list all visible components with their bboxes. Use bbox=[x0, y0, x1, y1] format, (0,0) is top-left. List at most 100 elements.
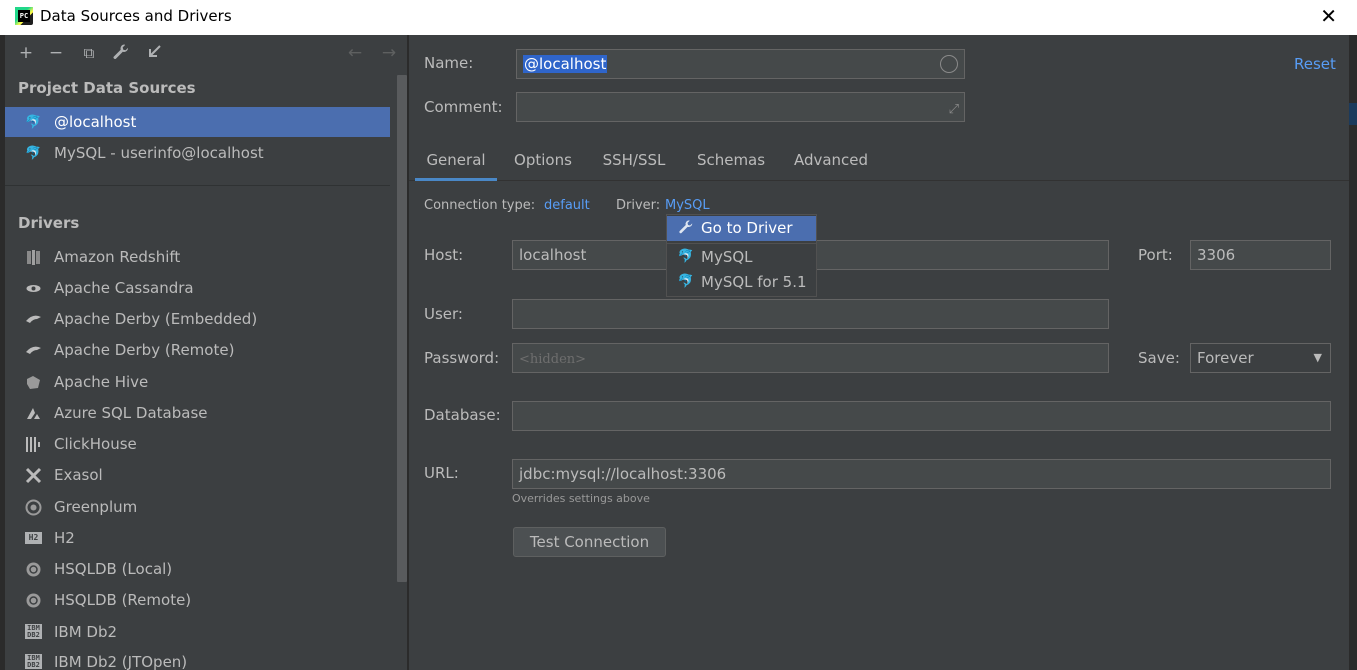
pycharm-app-icon: PC bbox=[15, 7, 33, 25]
test-connection-button[interactable]: Test Connection bbox=[513, 527, 666, 557]
driver-label: Apache Hive bbox=[54, 373, 149, 391]
derby-icon bbox=[25, 342, 42, 359]
section-divider bbox=[5, 185, 390, 186]
tab-bar: General Options SSH/SSL Schemas Advanced bbox=[409, 143, 1349, 181]
hive-icon bbox=[25, 374, 42, 391]
h2-icon: H2 bbox=[25, 532, 42, 544]
left-panel: + − ⧉ ← → Project Data Sources 🐬 @localh… bbox=[5, 35, 408, 670]
left-scrollbar[interactable] bbox=[397, 75, 407, 582]
comment-label: Comment: bbox=[424, 98, 503, 116]
driver-item-apache-hive[interactable]: Apache Hive bbox=[5, 367, 390, 397]
save-value: Forever bbox=[1197, 349, 1254, 367]
driver-label: IBM Db2 bbox=[54, 623, 118, 641]
driver-item-ibm-db2[interactable]: IBM DB2 IBM Db2 bbox=[5, 617, 390, 647]
mysql-icon: 🐬 bbox=[677, 274, 695, 289]
driver-item-apache-cassandra[interactable]: Apache Cassandra bbox=[5, 273, 390, 303]
redshift-icon bbox=[25, 249, 42, 266]
tab-advanced[interactable]: Advanced bbox=[791, 143, 871, 181]
db2-icon: IBM DB2 bbox=[25, 624, 42, 639]
expand-icon[interactable]: ⤢ bbox=[949, 96, 959, 124]
port-label: Port: bbox=[1138, 246, 1173, 264]
name-input[interactable]: @localhost bbox=[516, 49, 965, 79]
popup-separator bbox=[667, 243, 816, 244]
password-placeholder: <hidden> bbox=[519, 352, 587, 367]
mysql-icon: 🐬 bbox=[25, 115, 42, 130]
add-icon[interactable]: + bbox=[16, 43, 36, 63]
connection-type-link[interactable]: default bbox=[544, 198, 590, 213]
driver-item-greenplum[interactable]: Greenplum bbox=[5, 492, 390, 522]
save-select[interactable]: Forever ▼ bbox=[1190, 343, 1331, 373]
chevron-down-icon: ▼ bbox=[1313, 351, 1322, 364]
driver-label: Amazon Redshift bbox=[54, 248, 181, 266]
port-input[interactable]: 3306 bbox=[1190, 240, 1331, 270]
driver-label: Apache Cassandra bbox=[54, 279, 194, 297]
left-toolbar: + − ⧉ ← → bbox=[5, 35, 407, 71]
comment-input[interactable]: ⤢ bbox=[516, 92, 965, 122]
reset-link[interactable]: Reset bbox=[1294, 55, 1336, 73]
popup-item-mysql[interactable]: 🐬 MySQL bbox=[667, 245, 816, 270]
driver-popup-menu: Go to Driver 🐬 MySQL 🐬 MySQL for 5.1 bbox=[666, 214, 817, 297]
popup-item-label: MySQL bbox=[701, 248, 753, 266]
driver-item-hsqldb-remote[interactable]: HSQLDB (Remote) bbox=[5, 585, 390, 615]
driver-item-azure-sql-database[interactable]: Azure SQL Database bbox=[5, 398, 390, 428]
user-label: User: bbox=[424, 305, 463, 323]
forward-arrow-icon[interactable]: → bbox=[379, 43, 399, 63]
driver-label: Exasol bbox=[54, 466, 103, 484]
mysql-icon: 🐬 bbox=[25, 146, 42, 161]
driver-item-ibm-db2-jtopen[interactable]: IBM DB2 IBM Db2 (JTOpen) bbox=[5, 647, 390, 670]
right-panel: Name: @localhost Reset Comment: ⤢ Genera… bbox=[409, 35, 1349, 670]
window-edge bbox=[1349, 35, 1357, 670]
user-input[interactable] bbox=[512, 299, 1109, 329]
datasource-item-userinfo[interactable]: 🐬 MySQL - userinfo@localhost bbox=[5, 138, 390, 168]
wrench-icon[interactable] bbox=[111, 43, 131, 63]
edge-marker bbox=[1349, 103, 1357, 125]
name-value-selected: @localhost bbox=[523, 55, 608, 73]
driver-label: Azure SQL Database bbox=[54, 404, 208, 422]
driver-label: HSQLDB (Local) bbox=[54, 560, 173, 578]
popup-item-go-to-driver[interactable]: Go to Driver bbox=[667, 216, 816, 241]
driver-item-amazon-redshift[interactable]: Amazon Redshift bbox=[5, 242, 390, 272]
driver-link[interactable]: MySQL bbox=[665, 198, 710, 213]
app-badge: PC bbox=[18, 10, 30, 22]
save-label: Save: bbox=[1138, 349, 1180, 367]
url-input[interactable]: jdbc:mysql://localhost:3306 bbox=[512, 459, 1331, 489]
remove-icon[interactable]: − bbox=[46, 43, 66, 63]
host-label: Host: bbox=[424, 246, 464, 264]
name-label: Name: bbox=[424, 54, 474, 72]
clickhouse-icon bbox=[25, 436, 42, 453]
driver-item-hsqldb-local[interactable]: HSQLDB (Local) bbox=[5, 554, 390, 584]
window-title: Data Sources and Drivers bbox=[40, 7, 232, 25]
driver-label: HSQLDB (Remote) bbox=[54, 591, 192, 609]
duplicate-icon[interactable]: ⧉ bbox=[79, 43, 99, 63]
popup-item-label: Go to Driver bbox=[701, 219, 793, 237]
title-bar: PC Data Sources and Drivers ✕ bbox=[0, 0, 1357, 35]
tab-ssh-ssl[interactable]: SSH/SSL bbox=[599, 143, 669, 181]
connection-type-label: Connection type: bbox=[424, 198, 536, 213]
popup-item-mysql-51[interactable]: 🐬 MySQL for 5.1 bbox=[667, 270, 816, 295]
tab-options[interactable]: Options bbox=[508, 143, 578, 181]
project-data-sources-title: Project Data Sources bbox=[18, 79, 196, 97]
driver-label: Apache Derby (Embedded) bbox=[54, 310, 258, 328]
hsqldb-icon bbox=[25, 592, 42, 609]
driver-item-exasol[interactable]: Exasol bbox=[5, 460, 390, 490]
wrench-icon bbox=[677, 219, 695, 237]
tab-general[interactable]: General bbox=[415, 143, 497, 181]
driver-label: IBM Db2 (JTOpen) bbox=[54, 653, 188, 670]
db2-icon: IBM DB2 bbox=[25, 654, 42, 669]
import-icon[interactable] bbox=[144, 43, 164, 63]
back-arrow-icon[interactable]: ← bbox=[345, 43, 365, 63]
driver-item-h2[interactable]: H2 H2 bbox=[5, 523, 390, 553]
driver-item-apache-derby-remote[interactable]: Apache Derby (Remote) bbox=[5, 335, 390, 365]
driver-item-apache-derby-embedded[interactable]: Apache Derby (Embedded) bbox=[5, 304, 390, 334]
database-input[interactable] bbox=[512, 401, 1331, 431]
tab-schemas[interactable]: Schemas bbox=[694, 143, 768, 181]
cassandra-icon bbox=[25, 280, 42, 297]
password-input[interactable]: <hidden> bbox=[512, 343, 1109, 373]
url-hint: Overrides settings above bbox=[512, 492, 650, 505]
circle-icon[interactable] bbox=[940, 55, 958, 73]
driver-item-clickhouse[interactable]: ClickHouse bbox=[5, 429, 390, 459]
popup-item-label: MySQL for 5.1 bbox=[701, 273, 807, 291]
datasource-item-localhost[interactable]: 🐬 @localhost bbox=[5, 107, 390, 137]
exasol-icon bbox=[25, 467, 42, 484]
close-icon[interactable]: ✕ bbox=[1320, 5, 1337, 27]
